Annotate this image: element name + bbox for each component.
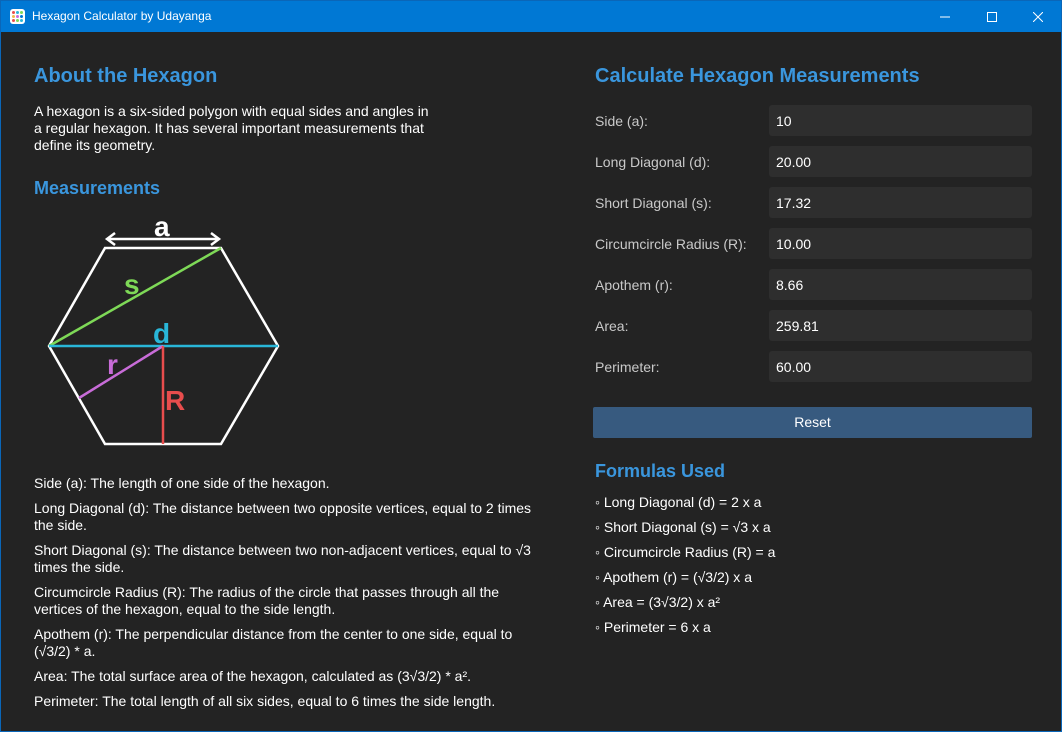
app-window: Hexagon Calculator by Udayanga About the… xyxy=(0,0,1062,732)
formulas-heading: Formulas Used xyxy=(595,461,726,481)
reset-button[interactable]: Reset xyxy=(593,407,1032,438)
maximize-icon xyxy=(987,11,997,22)
long-diagonal-label: Long Diagonal (d): xyxy=(595,154,711,170)
apothem-line xyxy=(78,344,164,400)
desc-long-diagonal: Long Diagonal (d): The distance between … xyxy=(34,500,532,533)
area-label: Area: xyxy=(595,318,629,334)
desc-short-diagonal: Short Diagonal (s): The distance between… xyxy=(34,542,531,575)
label-a: a xyxy=(154,211,170,242)
label-R: R xyxy=(165,385,185,416)
perimeter-input[interactable] xyxy=(769,351,1032,382)
side-input[interactable] xyxy=(769,105,1032,136)
app-logo-icon xyxy=(10,9,25,24)
desc-perimeter: Perimeter: The total length of all six s… xyxy=(34,693,496,709)
close-button[interactable] xyxy=(1015,1,1061,32)
desc-area: Area: The total surface area of the hexa… xyxy=(34,668,472,684)
hexagon-diagram: a s d r R xyxy=(47,211,280,446)
label-r: r xyxy=(107,349,118,380)
side-label: Side (a): xyxy=(595,113,648,129)
short-diagonal-label: Short Diagonal (s): xyxy=(595,195,712,211)
apothem-input[interactable] xyxy=(769,269,1032,300)
measurements-heading: Measurements xyxy=(34,178,161,198)
about-heading: About the Hexagon xyxy=(34,65,218,87)
formula-area: ◦ Area = (3√3/2) x a² xyxy=(595,594,721,610)
title-bar[interactable]: Hexagon Calculator by Udayanga xyxy=(1,1,1061,32)
circumradius-label: Circumcircle Radius (R): xyxy=(595,236,747,252)
label-d: d xyxy=(153,318,170,349)
maximize-button[interactable] xyxy=(969,1,1015,32)
close-icon xyxy=(1033,11,1043,22)
formula-short-diagonal: ◦ Short Diagonal (s) = √3 x a xyxy=(595,519,771,535)
minimize-button[interactable] xyxy=(922,1,968,32)
formula-long-diagonal: ◦ Long Diagonal (d) = 2 x a xyxy=(595,494,762,510)
about-text: A hexagon is a six-sided polygon with eq… xyxy=(34,103,429,153)
desc-apothem: Apothem (r): The perpendicular distance … xyxy=(34,626,513,659)
perimeter-label: Perimeter: xyxy=(595,359,660,375)
formula-perimeter: ◦ Perimeter = 6 x a xyxy=(595,619,711,635)
circumradius-input[interactable] xyxy=(769,228,1032,259)
formula-apothem: ◦ Apothem (r) = (√3/2) x a xyxy=(595,569,752,585)
minimize-icon xyxy=(940,16,950,17)
short-diagonal-input[interactable] xyxy=(769,187,1032,218)
desc-circumradius: Circumcircle Radius (R): The radius of t… xyxy=(34,584,500,617)
window-title: Hexagon Calculator by Udayanga xyxy=(32,9,212,23)
desc-side: Side (a): The length of one side of the … xyxy=(34,475,330,491)
formula-circumradius: ◦ Circumcircle Radius (R) = a xyxy=(595,544,776,560)
main-content: About the Hexagon A hexagon is a six-sid… xyxy=(1,32,1061,731)
calculator-heading: Calculate Hexagon Measurements xyxy=(595,65,920,87)
area-input[interactable] xyxy=(769,310,1032,341)
long-diagonal-input[interactable] xyxy=(769,146,1032,177)
apothem-label: Apothem (r): xyxy=(595,277,673,293)
label-s: s xyxy=(124,269,140,300)
